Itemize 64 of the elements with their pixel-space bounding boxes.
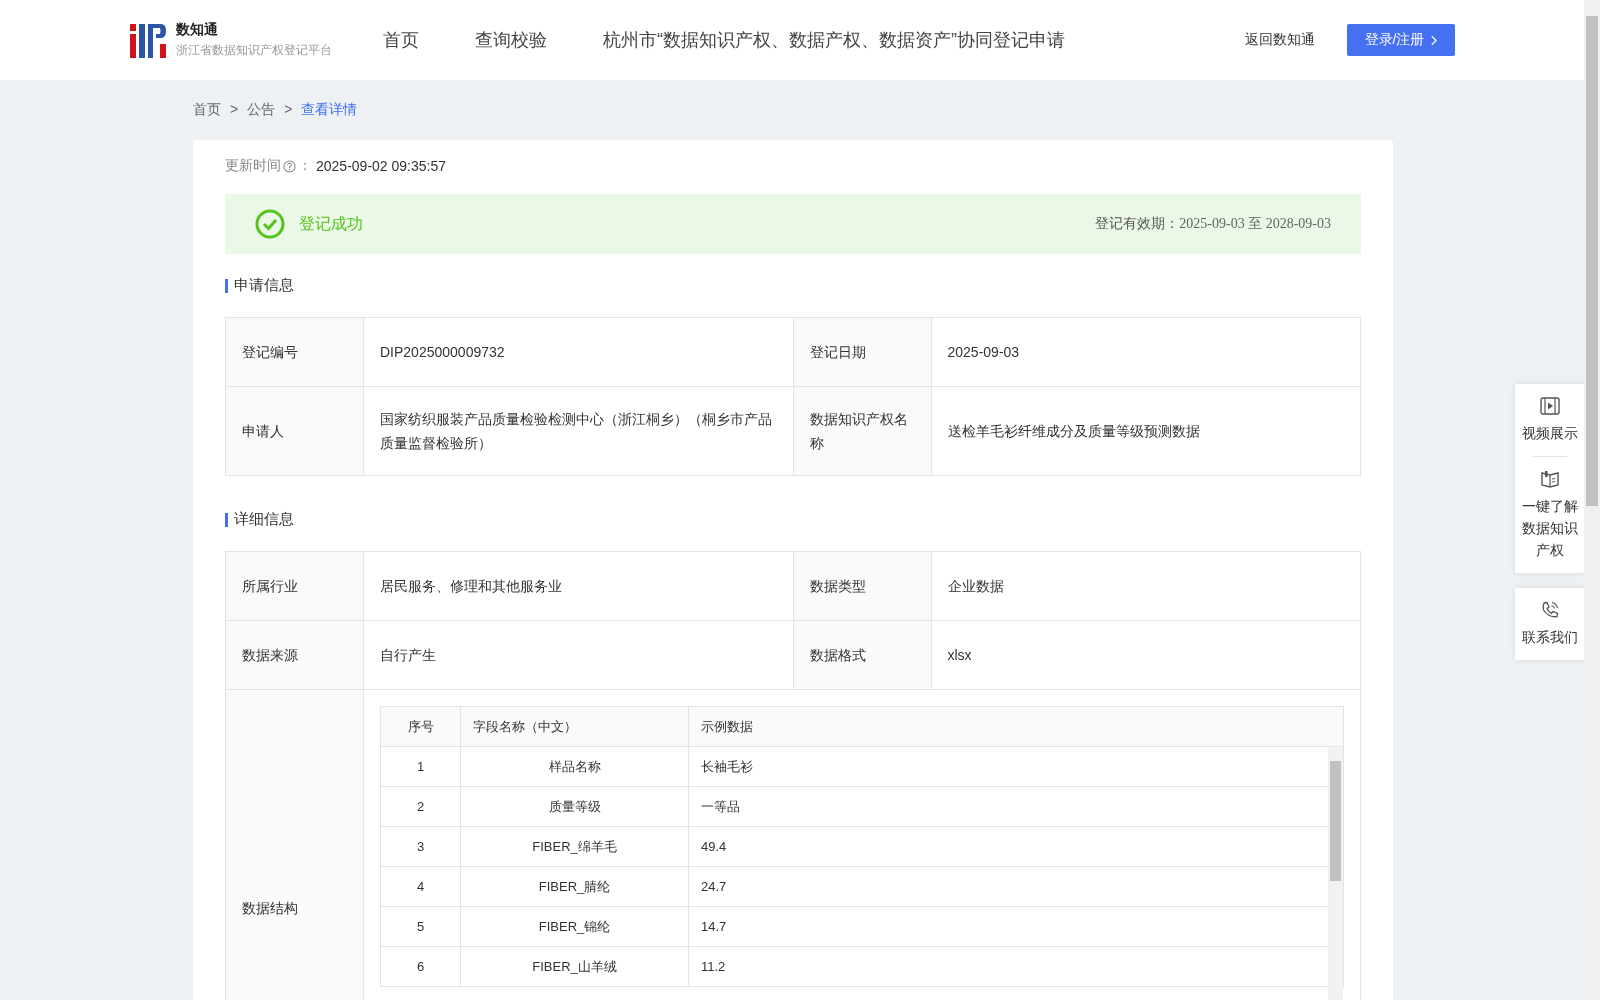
field-label: 数据来源	[225, 620, 364, 690]
film-icon	[1540, 396, 1560, 416]
table-cell: 3	[380, 826, 461, 867]
nav-link[interactable]: 查询校验	[475, 28, 547, 52]
site-title: 数知通	[176, 21, 219, 39]
section-title: 申请信息	[234, 276, 294, 295]
field-value: 国家纺织服装产品质量检验检测中心（浙江桐乡）（桐乡市产品质量监督检验所）	[363, 386, 793, 476]
field-label: 数据结构	[225, 689, 364, 1000]
field-label: 登记日期	[793, 317, 931, 387]
logo-icon	[130, 22, 166, 58]
side-panel-item[interactable]: 一键了解数据知识产权	[1521, 469, 1579, 561]
field-value: 企业数据	[931, 551, 1361, 621]
breadcrumb-link[interactable]: 首页	[193, 101, 221, 119]
table-cell: FIBER_山羊绒	[460, 946, 689, 987]
table-cell: 2	[380, 786, 461, 827]
nav-link[interactable]: 首页	[383, 28, 419, 52]
section-marker	[225, 512, 228, 527]
phone-icon	[1540, 600, 1560, 620]
update-time-value: 2025-09-02 09:35:57	[316, 158, 446, 174]
update-time-separator: ：	[298, 157, 312, 175]
field-value: 自行产生	[363, 620, 793, 690]
table-cell: FIBER_锦纶	[460, 906, 689, 947]
back-link[interactable]: 返回数知通	[1245, 31, 1315, 49]
update-time-label: 更新时间	[225, 157, 281, 175]
table-cell: FIBER_绵羊毛	[460, 826, 689, 867]
field-label: 数据知识产权名称	[793, 386, 931, 476]
help-icon	[283, 159, 296, 173]
table-cell: 5	[380, 906, 461, 947]
table-cell: 4	[380, 866, 461, 907]
field-value: xlsx	[931, 620, 1361, 690]
login-button[interactable]: 登录/注册	[1347, 24, 1455, 56]
table-cell: 样品名称	[460, 746, 689, 787]
table-cell: 6	[380, 946, 461, 987]
field-label: 所属行业	[225, 551, 364, 621]
table-cell: FIBER_腈纶	[460, 866, 689, 907]
column-header: 字段名称（中文）	[460, 706, 689, 747]
breadcrumb-link[interactable]: 公告	[247, 101, 276, 119]
field-label: 申请人	[225, 386, 364, 476]
section-title: 详细信息	[234, 510, 294, 529]
breadcrumb-link[interactable]: 查看详情	[301, 101, 358, 119]
column-header: 示例数据	[688, 706, 1344, 747]
column-header: 序号	[380, 706, 461, 747]
validity-dates: 2025-09-03 至 2028-09-03	[1179, 215, 1331, 233]
field-label: 数据格式	[793, 620, 931, 690]
table-cell: 质量等级	[460, 786, 689, 827]
breadcrumb-separator: >	[230, 101, 239, 119]
field-value: 送检羊毛衫纤维成分及质量等级预测数据	[931, 386, 1361, 476]
field-value: 居民服务、修理和其他服务业	[363, 551, 793, 621]
side-panel-item[interactable]: 视频展示	[1521, 396, 1579, 444]
section-marker	[225, 278, 228, 293]
field-value: DIP2025000009732	[363, 317, 793, 387]
chevron-right-icon	[1430, 34, 1438, 46]
field-label: 登记编号	[225, 317, 364, 387]
check-circle-icon	[255, 209, 285, 239]
table-cell: 1	[380, 746, 461, 787]
field-label: 数据类型	[793, 551, 931, 621]
status-text: 登记成功	[299, 213, 363, 234]
field-value: 2025-09-03	[931, 317, 1361, 387]
book-icon	[1540, 469, 1560, 489]
site-subtitle: 浙江省数据知识产权登记平台	[176, 42, 332, 59]
side-panel-item[interactable]: 联系我们	[1521, 600, 1579, 648]
validity-label: 登记有效期：	[1095, 215, 1180, 233]
nav-link[interactable]: 杭州市“数据知识产权、数据产权、数据资产”协同登记申请	[603, 28, 1065, 52]
breadcrumb-separator: >	[284, 101, 293, 119]
